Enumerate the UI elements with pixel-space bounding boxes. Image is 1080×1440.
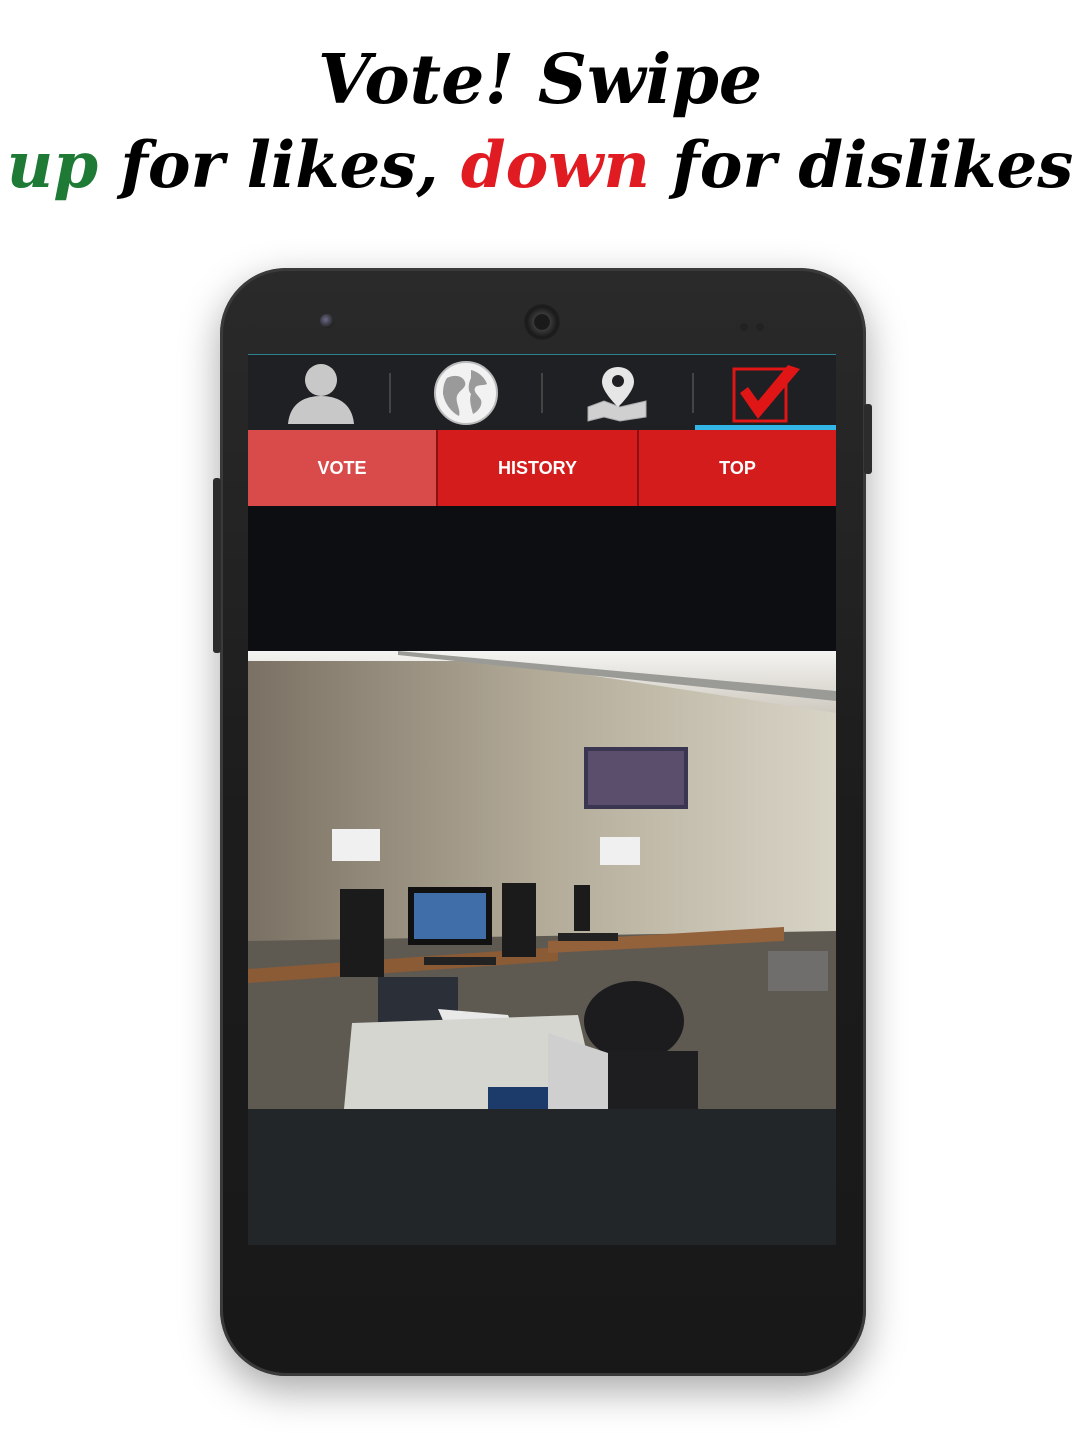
headline-down: down <box>460 127 650 203</box>
headline-for-dislikes: for dislikes <box>649 127 1074 203</box>
sensors <box>740 316 780 331</box>
tab-vote[interactable]: VOTE <box>248 430 438 506</box>
nav-separator <box>389 373 391 413</box>
tab-top[interactable]: TOP <box>639 430 836 506</box>
headline-line1: Vote! Swipe <box>317 40 763 120</box>
profile-icon[interactable] <box>248 355 394 431</box>
volume-button <box>213 478 221 653</box>
power-button <box>864 404 872 474</box>
speaker-grille <box>524 304 560 340</box>
location-map-icon[interactable] <box>544 355 690 431</box>
nav-separator <box>541 373 543 413</box>
tab-history[interactable]: HISTORY <box>438 430 639 506</box>
headline-up: up <box>6 127 99 203</box>
headline: Vote! Swipe up for likes, down for disli… <box>0 40 1080 204</box>
top-navigation <box>248 354 836 431</box>
vote-check-icon[interactable] <box>694 355 836 431</box>
screen: VOTE HISTORY TOP <box>248 354 836 1245</box>
phone-frame: VOTE HISTORY TOP <box>213 268 872 1376</box>
card-footer-area <box>248 1109 836 1245</box>
card-header-area <box>248 506 836 651</box>
front-camera-icon <box>320 314 334 328</box>
vote-photo[interactable] <box>248 651 836 1109</box>
vote-tabs: VOTE HISTORY TOP <box>248 430 836 506</box>
headline-line2: up for likes, down for dislikes <box>0 128 1080 205</box>
globe-icon[interactable] <box>393 355 539 431</box>
headline-for-likes: for likes, <box>98 127 461 203</box>
